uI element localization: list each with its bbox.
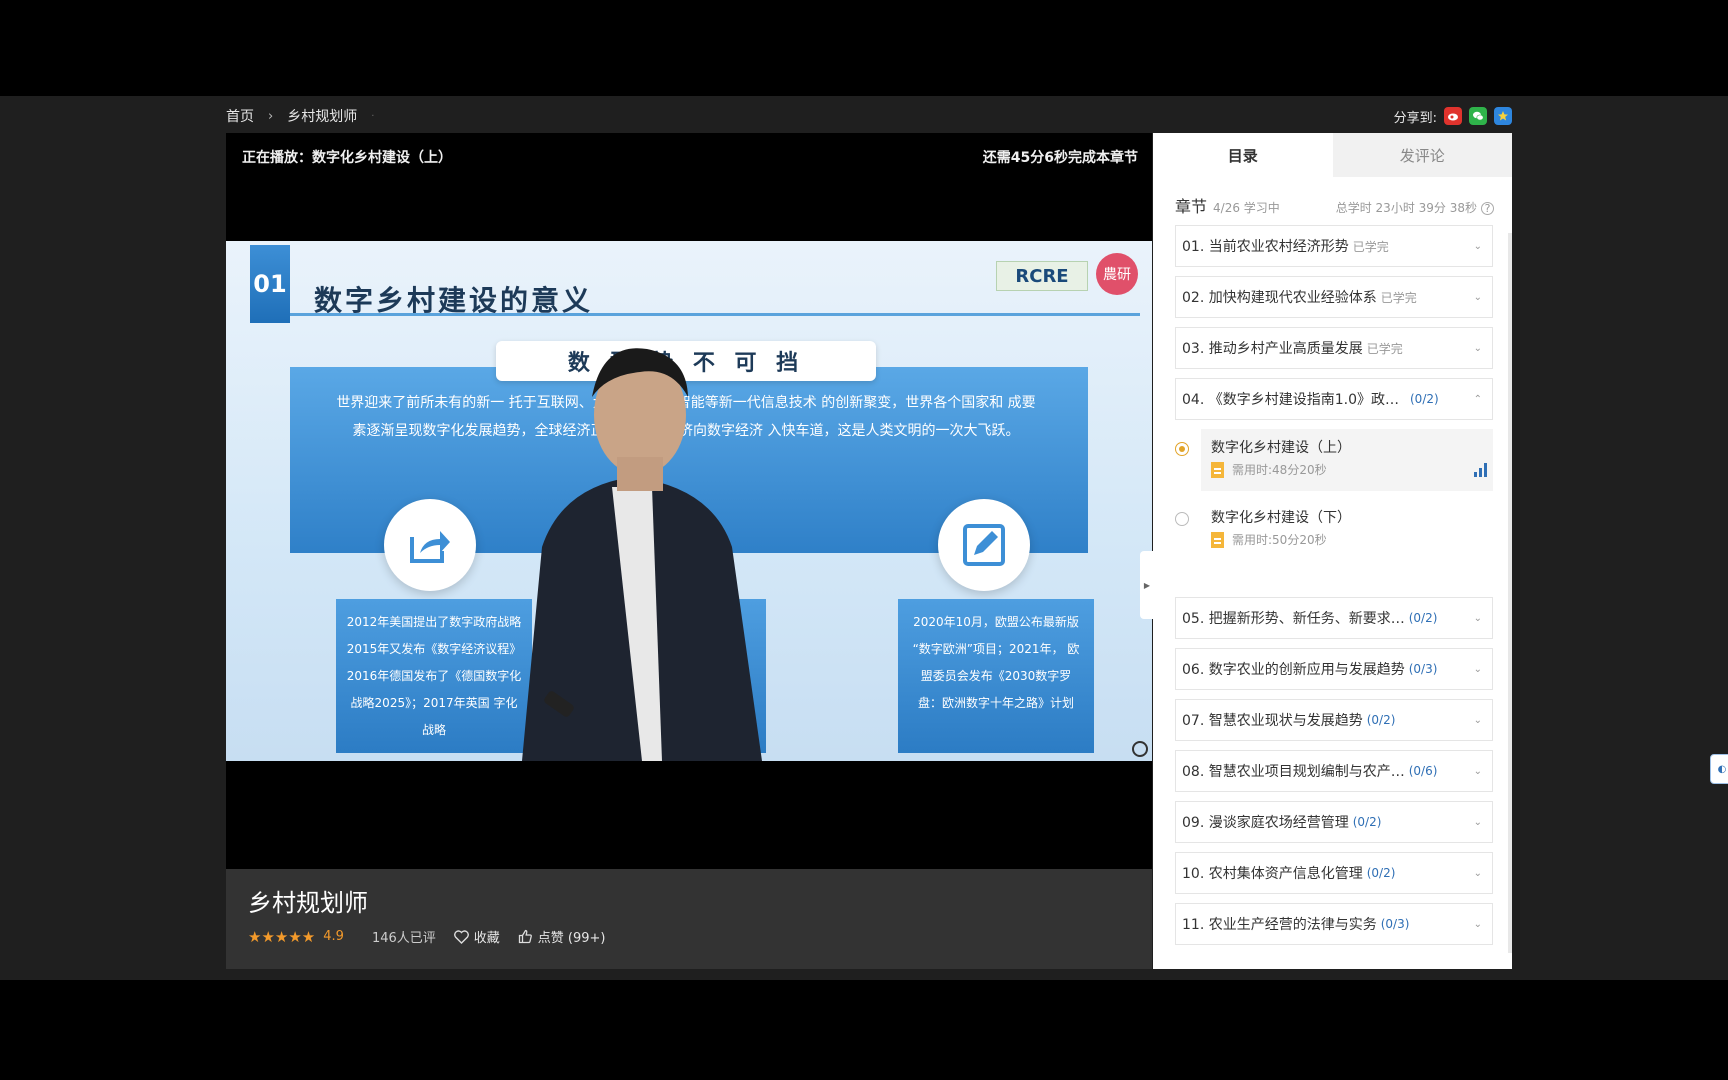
document-icon [1211, 531, 1224, 548]
heart-icon [453, 929, 469, 944]
slide-card-right: 2020年10月，欧盟公布最新版 “数字欧洲”项目；2021年， 欧盟委员会发布… [898, 599, 1094, 753]
course-meta: ★★★★★ 4.9 146人已评 收藏 点赞 (99+) [248, 927, 606, 947]
share-bar: 分享到: [1394, 104, 1512, 128]
thumbs-up-icon [518, 929, 532, 944]
playing-indicator-icon [1175, 442, 1189, 456]
rcre-logo: RCRE [996, 261, 1088, 291]
chevron-down-icon: ⌄ [1473, 765, 1482, 777]
tab-catalog[interactable]: 目录 [1153, 133, 1333, 177]
lesson-duration: 需用时:48分20秒 [1232, 463, 1327, 477]
sidebar-header: 章节 4/26 学习中 总学时 23小时 39分 38秒 ? [1175, 193, 1494, 216]
video-frame[interactable]: 01 数字乡村建设的意义 RCRE 農研 数 型 势 不 可 挡 世界迎来了前所… [226, 241, 1152, 761]
tab-comment[interactable]: 发评论 [1332, 133, 1512, 177]
breadcrumb-home[interactable]: 首页 [226, 106, 254, 126]
breadcrumb-current[interactable]: 乡村规划师 [287, 106, 357, 126]
slide-number: 01 [250, 245, 290, 323]
like-button[interactable]: 点赞 (99+) [518, 927, 606, 946]
chapter-item[interactable]: 07. 智慧农业现状与发展趋势 (0/2) ⌄ [1175, 699, 1493, 741]
breadcrumb-separator-icon: › [268, 108, 274, 124]
collapse-panel-handle[interactable]: ▶ [1140, 551, 1154, 619]
chapter-item[interactable]: 02. 加快构建现代农业经验体系 已学完 ⌄ [1175, 276, 1493, 318]
chapter-item[interactable]: 11. 农业生产经营的法律与实务 (0/3) ⌄ [1175, 903, 1493, 945]
video-player[interactable]: 正在播放：数字化乡村建设（上） 还需45分6秒完成本章节 01 数字乡村建设的意… [226, 133, 1152, 869]
total-time: 总学时 23小时 39分 38秒 [1335, 201, 1477, 215]
like-label: 点赞 (99+) [537, 931, 606, 946]
share-slide-icon [384, 499, 476, 591]
rating-score: 4.9 [323, 929, 344, 944]
course-sidebar: 目录 发评论 章节 4/26 学习中 总学时 23小时 39分 38秒 ? 01… [1153, 133, 1512, 969]
sidebar-tabs: 目录 发评论 [1153, 133, 1512, 177]
chapter-item[interactable]: 09. 漫谈家庭农场经营管理 (0/2) ⌄ [1175, 801, 1493, 843]
lesson-title: 数字化乡村建设（上） [1211, 440, 1351, 456]
chapter-item[interactable]: 10. 农村集体资产信息化管理 (0/2) ⌄ [1175, 852, 1493, 894]
fullscreen-icon[interactable] [1132, 741, 1148, 757]
chevron-down-icon: ⌄ [1473, 867, 1482, 879]
lesson-title: 数字化乡村建设（下） [1211, 510, 1351, 526]
rating-stars-icon: ★★★★★ [248, 927, 316, 946]
chapter-item-expanded[interactable]: 04. 《数字乡村建设指南1.0》政策… (0/2) ⌃ [1175, 378, 1493, 420]
qzone-icon[interactable] [1494, 107, 1512, 125]
seal-logo: 農研 [1096, 253, 1138, 295]
section-label: 章节 [1175, 197, 1208, 216]
sidebar-scrollbar[interactable] [1508, 233, 1512, 953]
chevron-down-icon: ⌄ [1473, 816, 1482, 828]
chapter-item[interactable]: 08. 智慧农业项目规划编制与农产… (0/6) ⌄ [1175, 750, 1493, 792]
lesson-status-icon [1175, 512, 1189, 526]
lesson-item[interactable]: 数字化乡村建设（下） 需用时:50分20秒 [1175, 499, 1493, 561]
breadcrumb-trail: · [371, 110, 375, 122]
progress-text: 4/26 学习中 [1213, 201, 1280, 215]
favorite-button[interactable]: 收藏 [453, 927, 500, 946]
edit-slide-icon [938, 499, 1030, 591]
favorite-label: 收藏 [473, 931, 500, 946]
lesson-item-active[interactable]: 数字化乡村建设（上） 需用时:48分20秒 [1175, 429, 1493, 491]
chevron-down-icon: ⌄ [1473, 240, 1482, 252]
help-icon[interactable]: ? [1481, 202, 1494, 215]
slide-divider [290, 313, 1140, 316]
weibo-icon[interactable] [1444, 107, 1462, 125]
chevron-down-icon: ⌄ [1473, 291, 1482, 303]
chapter-list: 01. 当前农业农村经济形势 已学完 ⌄ 02. 加快构建现代农业经验体系 已学… [1175, 225, 1493, 954]
chevron-down-icon: ⌄ [1473, 612, 1482, 624]
floating-assistant-icon[interactable]: ◐ [1710, 754, 1728, 784]
now-playing-label: 正在播放：数字化乡村建设（上） [242, 150, 452, 166]
chapter-item[interactable]: 06. 数字农业的创新应用与发展趋势 (0/3) ⌄ [1175, 648, 1493, 690]
document-icon [1211, 461, 1224, 478]
chevron-down-icon: ⌄ [1473, 714, 1482, 726]
chapter-item[interactable]: 03. 推动乡村产业高质量发展 已学完 ⌄ [1175, 327, 1493, 369]
review-count: 146人已评 [371, 931, 436, 946]
chevron-down-icon: ⌄ [1473, 342, 1482, 354]
breadcrumb: 首页 › 乡村规划师 · [226, 104, 374, 128]
remaining-time: 还需45分6秒完成本章节 [982, 150, 1138, 166]
chapter-item[interactable]: 01. 当前农业农村经济形势 已学完 ⌄ [1175, 225, 1493, 267]
share-label: 分享到: [1393, 110, 1437, 126]
chapter-item[interactable]: 05. 把握新形势、新任务、新要求… (0/2) ⌄ [1175, 597, 1493, 639]
chevron-down-icon: ⌄ [1473, 918, 1482, 930]
lesson-duration: 需用时:50分20秒 [1232, 533, 1327, 547]
chevron-down-icon: ⌄ [1473, 663, 1482, 675]
playing-bars-icon [1474, 463, 1487, 477]
slide-card-left: 2012年美国提出了数字政府战略 2015年又发布《数字经济议程》 2016年德… [336, 599, 532, 753]
wechat-icon[interactable] [1469, 107, 1487, 125]
presenter-figure [522, 348, 762, 761]
course-info-bar: 乡村规划师 ★★★★★ 4.9 146人已评 收藏 点赞 (99+) [226, 869, 1152, 969]
chevron-up-icon: ⌃ [1473, 393, 1482, 405]
course-title: 乡村规划师 [248, 889, 368, 917]
page: 首页 › 乡村规划师 · 分享到: 正在播放：数字化乡村建设（上） 还需45分6… [0, 96, 1728, 980]
